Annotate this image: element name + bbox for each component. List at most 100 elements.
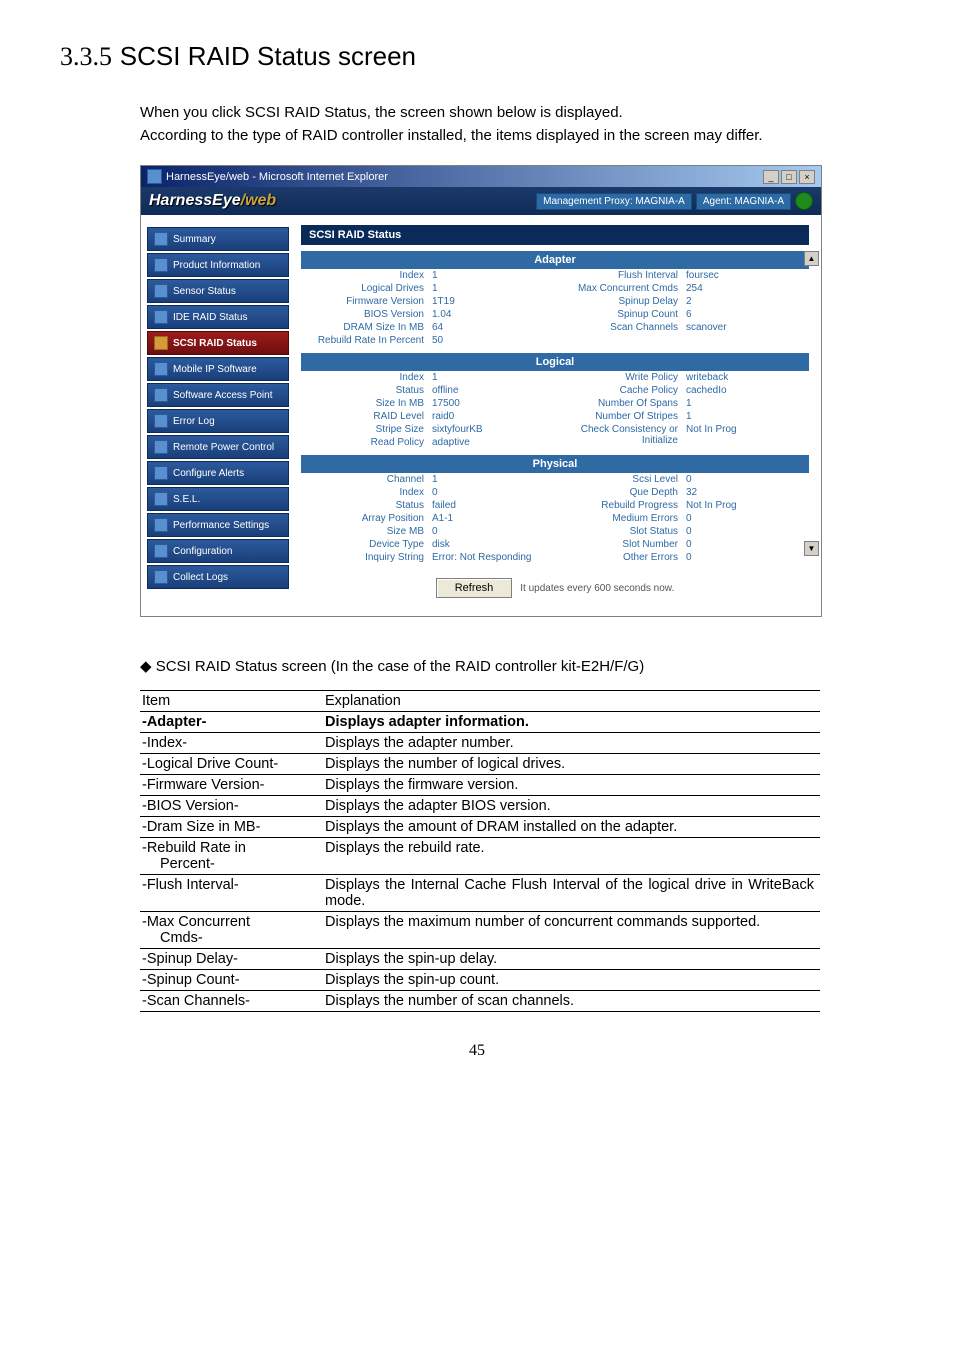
sidebar-item-configuration[interactable]: Configuration [147, 539, 289, 563]
sidebar-item-label: Error Log [173, 416, 215, 427]
close-button[interactable]: × [799, 170, 815, 184]
table-cell-item: -Spinup Delay- [140, 949, 323, 970]
kv-value: adaptive [432, 437, 555, 448]
kv-value: 0 [432, 526, 555, 537]
refresh-button[interactable]: Refresh [436, 578, 513, 598]
kv-row: Spinup Delay2 [555, 295, 809, 308]
kv-key: Stripe Size [301, 424, 432, 435]
table-row: -Max ConcurrentCmds-Displays the maximum… [140, 912, 820, 949]
kv-key: Write Policy [555, 372, 686, 383]
kv-row: Statusoffline [301, 384, 555, 397]
table-cell-item: -Scan Channels- [140, 991, 323, 1012]
kv-value: 0 [686, 513, 809, 524]
sidebar-item-label: IDE RAID Status [173, 312, 247, 323]
scsi-raid-icon [154, 336, 168, 350]
sidebar-item-label: Performance Settings [173, 520, 269, 531]
table-row: -BIOS Version-Displays the adapter BIOS … [140, 796, 820, 817]
kv-value: scanover [686, 322, 809, 333]
mobile-ip-icon [154, 362, 168, 376]
table-row: -Spinup Delay-Displays the spin-up delay… [140, 949, 820, 970]
kv-value: Not In Prog [686, 424, 809, 446]
table-cell-item: -Index- [140, 733, 323, 754]
kv-row: Number Of Spans1 [555, 397, 809, 410]
kv-key: Cache Policy [555, 385, 686, 396]
ide-raid-icon [154, 310, 168, 324]
product-icon [154, 258, 168, 272]
kv-value: Not In Prog [686, 500, 809, 511]
physical-section-bar: Physical [301, 455, 809, 473]
sidebar-item-product-info[interactable]: Product Information [147, 253, 289, 277]
kv-key: Channel [301, 474, 432, 485]
sidebar-item-performance[interactable]: Performance Settings [147, 513, 289, 537]
sidebar-item-sensor-status[interactable]: Sensor Status [147, 279, 289, 303]
table-cell-explanation: Displays the spin-up count. [323, 970, 820, 991]
update-interval-text: It updates every 600 seconds now. [520, 583, 674, 594]
kv-key: Status [301, 500, 432, 511]
table-cell-item: -Dram Size in MB- [140, 817, 323, 838]
kv-key: Spinup Delay [555, 296, 686, 307]
kv-row: Other Errors0 [555, 551, 809, 564]
kv-key: Device Type [301, 539, 432, 550]
sidebar-item-ide-raid[interactable]: IDE RAID Status [147, 305, 289, 329]
sidebar-item-label: Configure Alerts [173, 468, 244, 479]
kv-key: Status [301, 385, 432, 396]
sidebar-item-label: Sensor Status [173, 286, 236, 297]
scroll-up-button[interactable]: ▲ [804, 251, 819, 266]
ie-icon [147, 169, 162, 184]
kv-key: Slot Number [555, 539, 686, 550]
kv-key: Max Concurrent Cmds [555, 283, 686, 294]
window-title: HarnessEye/web - Microsoft Internet Expl… [166, 171, 388, 183]
logo-right: /web [241, 192, 277, 209]
kv-key: Check Consistency or Initialize [555, 424, 686, 446]
sidebar-item-scsi-raid[interactable]: SCSI RAID Status [147, 331, 289, 355]
table-row: -Flush Interval-Displays the Internal Ca… [140, 875, 820, 912]
kv-value: 0 [686, 539, 809, 550]
kv-key: Firmware Version [301, 296, 432, 307]
sidebar-item-software-ap[interactable]: Software Access Point [147, 383, 289, 407]
kv-key: Number Of Spans [555, 398, 686, 409]
table-row: -Index-Displays the adapter number. [140, 733, 820, 754]
kv-row: Rebuild ProgressNot In Prog [555, 499, 809, 512]
sidebar-item-summary[interactable]: Summary [147, 227, 289, 251]
section-title: SCSI RAID Status screen [120, 41, 416, 71]
table-row: -Adapter-Displays adapter information. [140, 712, 820, 733]
table-cell-explanation: Displays the adapter number. [323, 733, 820, 754]
adapter-section-bar: Adapter [301, 251, 809, 269]
status-dot-icon[interactable] [795, 192, 813, 210]
sidebar: Summary Product Information Sensor Statu… [141, 215, 289, 616]
table-cell-explanation: Displays adapter information. [323, 712, 820, 733]
table-cell-item: -Adapter- [140, 712, 323, 733]
sidebar-item-configure-alerts[interactable]: Configure Alerts [147, 461, 289, 485]
sidebar-item-label: Software Access Point [173, 390, 273, 401]
kv-row: Cache PolicycachedIo [555, 384, 809, 397]
kv-key: Rebuild Progress [555, 500, 686, 511]
scroll-down-button[interactable]: ▼ [804, 541, 819, 556]
kv-row: Spinup Count6 [555, 308, 809, 321]
kv-row: Array PositionA1-1 [301, 512, 555, 525]
maximize-button[interactable]: □ [781, 170, 797, 184]
app-header: HarnessEye/web Management Proxy: MAGNIA-… [141, 187, 821, 215]
sidebar-item-mobile-ip[interactable]: Mobile IP Software [147, 357, 289, 381]
kv-row: Scan Channelsscanover [555, 321, 809, 334]
sidebar-item-collect-logs[interactable]: Collect Logs [147, 565, 289, 589]
kv-key: Spinup Count [555, 309, 686, 320]
table-cell-item: -Logical Drive Count- [140, 754, 323, 775]
kv-key: Other Errors [555, 552, 686, 563]
kv-value: 0 [686, 474, 809, 485]
minimize-button[interactable]: _ [763, 170, 779, 184]
sidebar-item-remote-power[interactable]: Remote Power Control [147, 435, 289, 459]
kv-row: Flush Intervalfoursec [555, 269, 809, 282]
table-cell-item: -Max ConcurrentCmds- [140, 912, 323, 949]
kv-value: offline [432, 385, 555, 396]
panel-title: SCSI RAID Status [301, 225, 809, 245]
config-icon [154, 544, 168, 558]
section-heading: 3.3.5 SCSI RAID Status screen [60, 40, 894, 72]
kv-value: 64 [432, 322, 555, 333]
sidebar-item-error-log[interactable]: Error Log [147, 409, 289, 433]
kv-value: 1 [686, 398, 809, 409]
kv-key: Scsi Level [555, 474, 686, 485]
kv-key: Inquiry String [301, 552, 432, 563]
kv-key: Scan Channels [555, 322, 686, 333]
sidebar-item-sel[interactable]: S.E.L. [147, 487, 289, 511]
kv-value: 17500 [432, 398, 555, 409]
